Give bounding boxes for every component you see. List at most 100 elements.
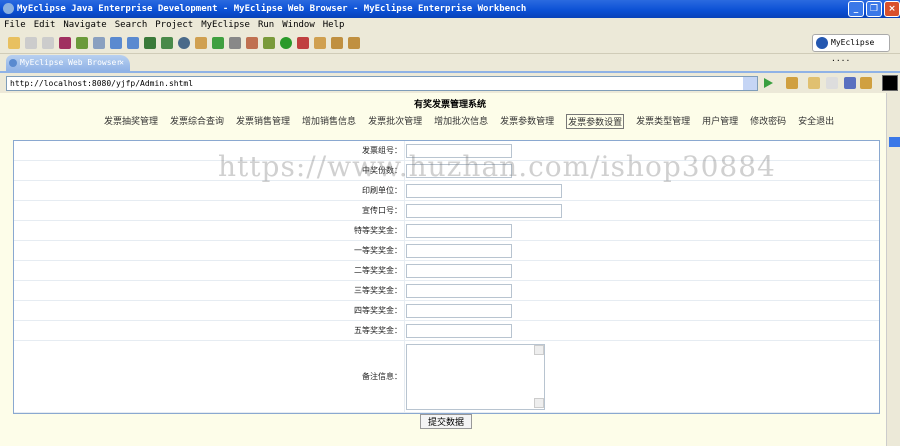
form-row: 特等奖奖金：	[14, 221, 879, 241]
print-icon[interactable]	[42, 36, 54, 49]
field-label: 印刷单位：	[362, 186, 402, 195]
field-input[interactable]	[406, 164, 512, 178]
save-icon[interactable]	[25, 36, 37, 49]
web-icon[interactable]	[127, 36, 139, 49]
forward-icon[interactable]	[826, 77, 838, 89]
nav-item[interactable]: 发票类型管理	[636, 114, 690, 129]
menu-search[interactable]: Search	[115, 18, 148, 32]
new-icon[interactable]	[8, 36, 20, 49]
nav-item[interactable]: 增加批次信息	[434, 114, 488, 129]
field-input[interactable]	[406, 184, 562, 198]
menu-window[interactable]: Window	[282, 18, 315, 32]
submit-button[interactable]: 提交数据	[420, 414, 472, 429]
field-label: 一等奖奖金：	[354, 246, 402, 255]
nav-item[interactable]: 安全退出	[798, 114, 834, 129]
window-title-bar: MyEclipse Java Enterprise Development - …	[0, 0, 900, 18]
tab-web-browser[interactable]: MyEclipse Web Browser ✕	[6, 55, 130, 71]
nav-item[interactable]: 发票销售管理	[236, 114, 290, 129]
divider	[404, 281, 405, 300]
debug-run-icon[interactable]	[263, 36, 275, 49]
toolbar	[0, 32, 900, 54]
server-icon[interactable]	[93, 36, 105, 49]
field-input[interactable]	[406, 264, 512, 278]
scroll-down-icon[interactable]	[534, 398, 544, 408]
nav-item[interactable]: 用户管理	[702, 114, 738, 129]
run-icon[interactable]	[280, 36, 292, 49]
field-input[interactable]	[406, 204, 562, 218]
divider	[404, 341, 405, 412]
deploy-icon[interactable]	[110, 36, 122, 49]
field-label: 特等奖奖金：	[354, 226, 402, 235]
globe-icon	[9, 59, 17, 67]
remark-textarea[interactable]	[406, 344, 545, 410]
open-icon[interactable]	[195, 36, 207, 49]
form-row: 印刷单位：	[14, 181, 879, 201]
menu-file[interactable]: File	[4, 18, 26, 32]
window-title: MyEclipse Java Enterprise Development - …	[17, 4, 527, 14]
form-row: 中奖份数：	[14, 161, 879, 181]
menu-run[interactable]: Run	[258, 18, 274, 32]
url-text: http://localhost:8080/yjfp/Admin.shtml	[10, 79, 194, 88]
scroll-thumb[interactable]	[889, 137, 900, 147]
globe-icon[interactable]	[178, 36, 190, 49]
menu-edit[interactable]: Edit	[34, 18, 56, 32]
forward-icon[interactable]	[348, 36, 360, 49]
close-button[interactable]: ×	[884, 1, 900, 17]
back-icon[interactable]	[808, 77, 820, 89]
nav-item[interactable]: 增加销售信息	[302, 114, 356, 129]
field-input[interactable]	[406, 284, 512, 298]
field-input[interactable]	[406, 144, 512, 158]
form-row: 宣传口号：	[14, 201, 879, 221]
field-input[interactable]	[406, 304, 512, 318]
form-row: 三等奖奖金：	[14, 281, 879, 301]
divider	[404, 241, 405, 260]
nav-item[interactable]: 发票参数管理	[500, 114, 554, 129]
myeclipse-icon	[816, 37, 828, 49]
chevron-down-icon[interactable]	[743, 77, 757, 90]
tools-icon[interactable]	[246, 36, 258, 49]
go-icon[interactable]	[764, 78, 773, 88]
field-input[interactable]	[406, 324, 512, 338]
back-icon[interactable]	[331, 36, 343, 49]
perspective-myeclipse[interactable]: MyEclipse ....	[812, 34, 890, 63]
tab-label: MyEclipse Web Browser	[20, 58, 122, 67]
console-icon[interactable]	[882, 75, 898, 91]
field-label: 四等奖奖金：	[354, 306, 402, 315]
field-input[interactable]	[406, 244, 512, 258]
nav-item[interactable]: 发票批次管理	[368, 114, 422, 129]
refresh-icon[interactable]	[860, 77, 872, 89]
menu-myeclipse[interactable]: MyEclipse	[201, 18, 250, 32]
nav-item[interactable]: 发票综合查询	[170, 114, 224, 129]
folder-icon[interactable]	[314, 36, 326, 49]
menu-navigate[interactable]: Navigate	[63, 18, 106, 32]
menu-help[interactable]: Help	[323, 18, 345, 32]
divider	[404, 201, 405, 220]
image-icon[interactable]	[229, 36, 241, 49]
scrollbar[interactable]	[886, 93, 900, 446]
divider	[404, 261, 405, 280]
debug-icon[interactable]	[76, 36, 88, 49]
package-icon[interactable]	[59, 36, 71, 49]
jsp-icon[interactable]	[161, 36, 173, 49]
nav-item[interactable]: 修改密码	[750, 114, 786, 129]
restore-button[interactable]: ❐	[866, 1, 882, 17]
menu-project[interactable]: Project	[155, 18, 193, 32]
wizard-icon[interactable]	[144, 36, 156, 49]
external-tools-icon[interactable]	[297, 36, 309, 49]
parameter-form: 发票组号： 中奖份数： 印刷单位： 宣传口号： 特等奖奖金： 一等奖奖金： 二等奖奖金： 三等…	[13, 140, 880, 414]
divider	[404, 321, 405, 340]
add-icon[interactable]	[212, 36, 224, 49]
minimize-button[interactable]: _	[848, 1, 864, 17]
app-icon	[3, 3, 14, 14]
form-row: 一等奖奖金：	[14, 241, 879, 261]
url-input[interactable]: http://localhost:8080/yjfp/Admin.shtml	[6, 76, 758, 91]
favorites-icon[interactable]	[786, 77, 798, 89]
stop-icon[interactable]	[844, 77, 856, 89]
page-title: 有奖发票管理系统	[413, 100, 486, 110]
form-row: 四等奖奖金：	[14, 301, 879, 321]
close-tab-icon[interactable]: ✕	[119, 55, 124, 71]
scroll-up-icon[interactable]	[534, 345, 544, 355]
nav-item[interactable]: 发票抽奖管理	[104, 114, 158, 129]
nav-item-active[interactable]: 发票参数设置	[566, 114, 625, 129]
field-input[interactable]	[406, 224, 512, 238]
